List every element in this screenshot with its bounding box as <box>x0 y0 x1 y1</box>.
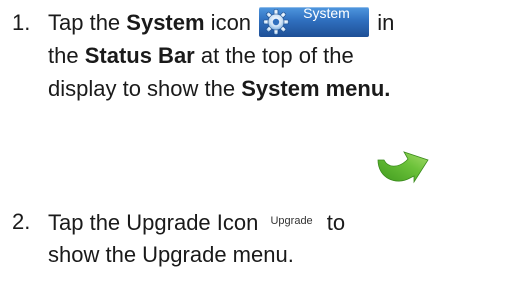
upgrade-icon-label: Upgrade <box>270 215 313 227</box>
step-2-line-2: show the Upgrade menu. <box>48 242 294 267</box>
upgrade-arrow-icon <box>377 151 429 184</box>
bold-system: System <box>126 10 205 35</box>
step-number: 1. <box>12 10 31 35</box>
system-icon: System <box>259 7 370 37</box>
gear-icon <box>263 9 289 35</box>
step-1-line-1: Tap the System icon System in <box>48 6 508 39</box>
step-2-text: Tap the Upgrade Icon Upgrade to show the… <box>48 205 508 271</box>
step-1-line-2: the Status Bar at the top of the <box>48 43 354 68</box>
step-1-text: Tap the System icon System in the Status… <box>48 6 508 105</box>
step-2-line-1: Tap the Upgrade Icon Upgrade to <box>48 210 346 235</box>
step-1-line-3: display to show the System menu. <box>48 76 391 101</box>
system-icon-label: System <box>303 7 350 21</box>
step-number: 2. <box>12 209 31 234</box>
